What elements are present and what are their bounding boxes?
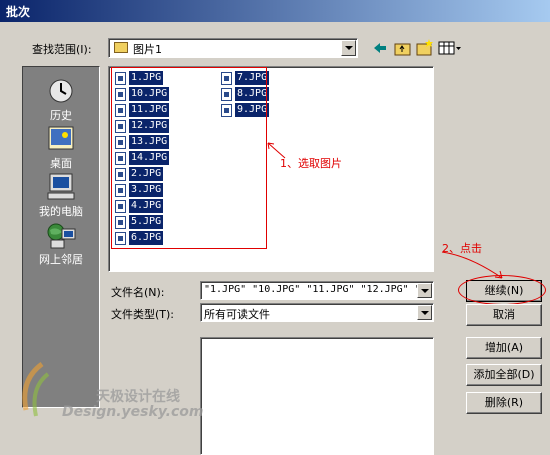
filetype-label: 文件类型(T): bbox=[111, 308, 175, 321]
delete-button[interactable]: 删除(R) bbox=[466, 392, 542, 414]
place-my-computer-label: 我的电脑 bbox=[39, 205, 83, 218]
window-title: 批次 bbox=[6, 5, 31, 19]
chevron-down-icon[interactable] bbox=[417, 305, 432, 320]
new-folder-icon[interactable] bbox=[416, 38, 434, 56]
selected-files-list[interactable] bbox=[200, 337, 434, 455]
my-computer-icon bbox=[45, 173, 77, 201]
title-bar[interactable]: 批次 bbox=[0, 0, 550, 22]
cancel-button[interactable]: 取消 bbox=[466, 304, 542, 326]
filename-label: 文件名(N): bbox=[111, 286, 165, 299]
add-button[interactable]: 增加(A) bbox=[466, 337, 542, 359]
places-bar: 历史 桌面 我的电脑 网上邻居 bbox=[22, 66, 100, 408]
watermark-logo-icon bbox=[12, 360, 52, 420]
add-all-button[interactable]: 添加全部(D) bbox=[466, 364, 542, 386]
place-my-computer[interactable]: 我的电脑 bbox=[23, 173, 99, 219]
look-in-combobox[interactable]: 图片1 bbox=[108, 38, 358, 58]
look-in-label: 查找范围(I): bbox=[32, 43, 92, 56]
look-in-value: 图片1 bbox=[133, 43, 162, 56]
place-network-label: 网上邻居 bbox=[39, 253, 83, 266]
chevron-down-icon[interactable] bbox=[341, 40, 356, 56]
filetype-value: 所有可读文件 bbox=[204, 308, 270, 321]
place-network[interactable]: 网上邻居 bbox=[23, 221, 99, 267]
desktop-icon bbox=[45, 125, 77, 153]
watermark-en: Design.yesky.com bbox=[62, 404, 204, 420]
filetype-combobox[interactable]: 所有可读文件 bbox=[200, 303, 434, 322]
up-folder-icon[interactable] bbox=[394, 40, 412, 56]
chevron-down-icon[interactable] bbox=[417, 283, 432, 298]
view-menu-icon[interactable] bbox=[438, 40, 462, 56]
annotation-selection-box bbox=[111, 67, 267, 249]
place-history-label: 历史 bbox=[50, 109, 72, 122]
place-history[interactable]: 历史 bbox=[23, 77, 99, 123]
back-arrow-icon[interactable] bbox=[372, 40, 388, 56]
annotation-highlight-ellipse bbox=[458, 275, 546, 305]
history-icon bbox=[45, 77, 77, 105]
place-desktop[interactable]: 桌面 bbox=[23, 125, 99, 171]
network-icon bbox=[45, 221, 77, 249]
filename-combobox[interactable]: "1.JPG" "10.JPG" "11.JPG" "12.JPG" "13 bbox=[200, 281, 434, 300]
place-desktop-label: 桌面 bbox=[50, 157, 72, 170]
folder-icon bbox=[114, 42, 128, 53]
annotation-step1: 1、选取图片 bbox=[280, 157, 342, 170]
filename-value: "1.JPG" "10.JPG" "11.JPG" "12.JPG" "13 bbox=[204, 284, 433, 295]
watermark-cn: 天极设计在线 bbox=[96, 389, 180, 405]
file-list[interactable]: 1.JPG 10.JPG 11.JPG 12.JPG 13.JPG 14.JPG… bbox=[108, 66, 434, 272]
